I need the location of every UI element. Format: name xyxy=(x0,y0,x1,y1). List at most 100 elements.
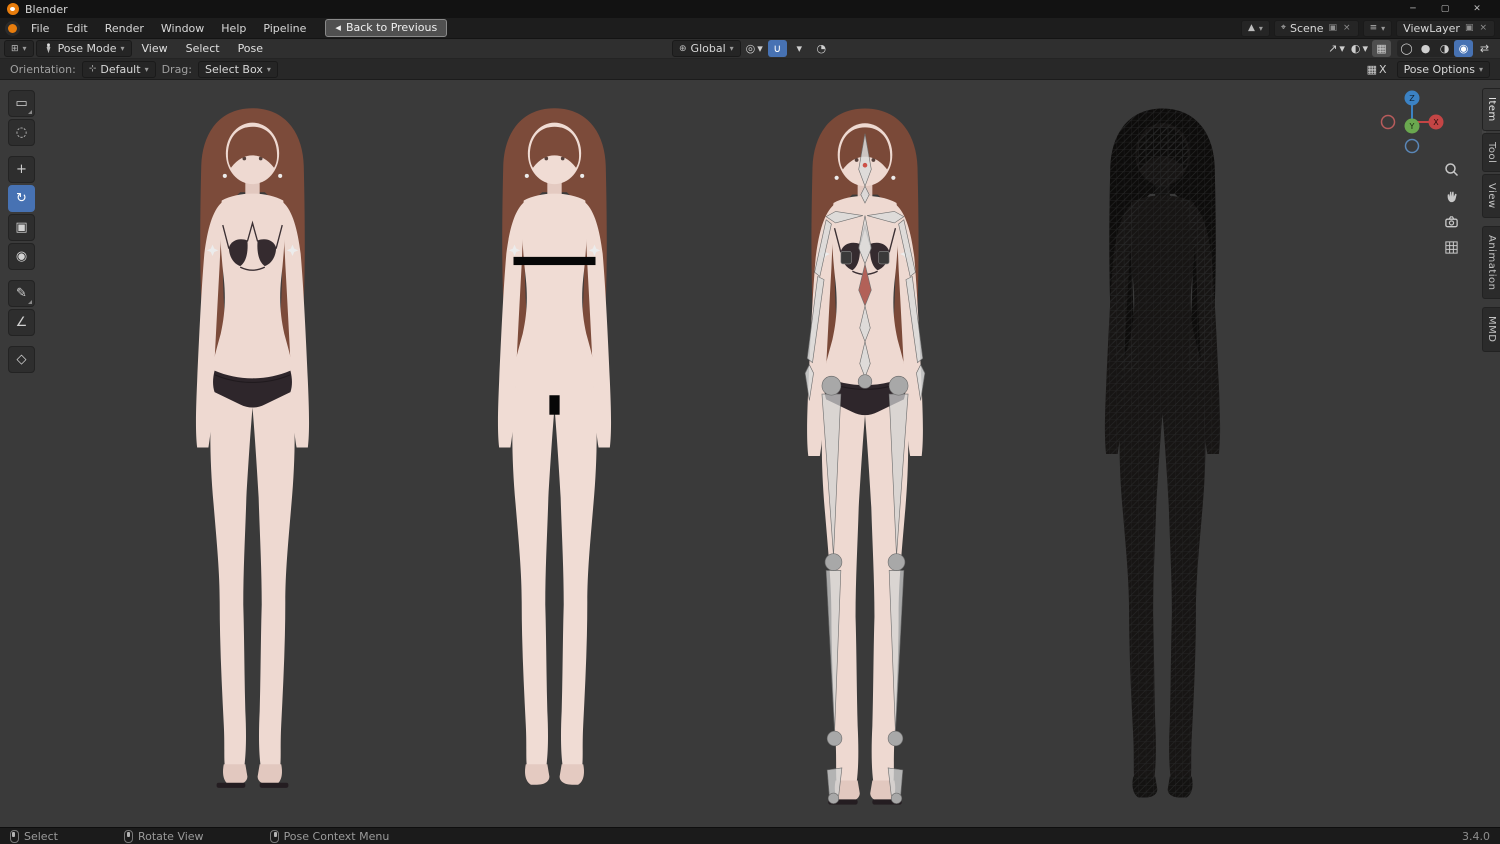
snap-toggle[interactable]: ∪ xyxy=(767,40,787,57)
shading-material-button[interactable]: ◑ xyxy=(1435,40,1454,57)
scene-browse-button[interactable]: ▲ ▾ xyxy=(1240,19,1270,37)
mirror-x-toggle[interactable]: ▦ X xyxy=(1365,61,1389,78)
menu-render[interactable]: Render xyxy=(97,20,152,37)
chevron-down-icon: ▾ xyxy=(144,64,149,74)
tool-pose-breakdowner-button[interactable]: ◇ xyxy=(8,346,35,373)
show-gizmo-dropdown[interactable]: ↗ ▾ xyxy=(1326,40,1347,57)
gizmo-axis-z-neg[interactable] xyxy=(1404,138,1420,154)
menu-window[interactable]: Window xyxy=(153,20,212,37)
drag-select-box-select[interactable]: Select Box ▾ xyxy=(198,60,278,78)
chevron-down-icon: ▾ xyxy=(1381,23,1386,33)
sidebar-tabs: Item Tool View Animation MMD xyxy=(1482,88,1500,352)
tool-scale-button[interactable]: ▣ xyxy=(8,214,35,241)
shading-rendered-button[interactable]: ◉ xyxy=(1454,40,1473,57)
svg-text:X: X xyxy=(1433,118,1439,127)
hint-select: Select xyxy=(10,829,58,843)
character-model-censored[interactable] xyxy=(452,98,657,795)
blender-window: Blender ─ ▢ ✕ File Edit Render Window He… xyxy=(0,0,1500,844)
chevron-down-icon: ▾ xyxy=(1478,64,1483,74)
viewlayer-browse-button[interactable]: ≡ ▾ xyxy=(1362,19,1393,37)
close-button[interactable]: ✕ xyxy=(1461,0,1493,18)
swap-arrows-icon: ⇄ xyxy=(1479,42,1490,55)
pose-options-panel-toggle[interactable]: Pose Options ▾ xyxy=(1396,60,1490,78)
viewport-nav-buttons xyxy=(1440,158,1462,258)
shading-solid-button[interactable]: ● xyxy=(1416,40,1435,57)
menu-bar: File Edit Render Window Help Pipeline ◂ … xyxy=(0,18,1500,39)
tool-cursor-button[interactable]: ◌ xyxy=(8,119,35,146)
camera-view-icon[interactable] xyxy=(1440,210,1462,232)
drag-label: Drag: xyxy=(161,62,192,76)
orientation-default-select[interactable]: ⊹ Default ▾ xyxy=(81,60,156,78)
menu-view[interactable]: View xyxy=(134,40,176,57)
tab-animation[interactable]: Animation xyxy=(1482,225,1500,300)
character-model-wireframe[interactable] xyxy=(1055,98,1270,808)
transform-orientation-select[interactable]: ⊕ Global ▾ xyxy=(672,40,741,57)
chevron-down-icon: ▾ xyxy=(22,44,27,53)
tool-measure-button[interactable]: ∠ xyxy=(8,309,35,336)
grid-icon: ▦ xyxy=(1366,62,1378,76)
svg-text:Z: Z xyxy=(1409,94,1415,103)
tab-mmd[interactable]: MMD xyxy=(1482,307,1500,352)
left-mouse-icon xyxy=(10,829,19,843)
shading-wireframe-button[interactable]: ◯ xyxy=(1397,40,1416,57)
snap-settings[interactable]: ▾ xyxy=(790,40,809,57)
tab-view[interactable]: View xyxy=(1482,174,1500,218)
back-to-previous-button[interactable]: ◂ Back to Previous xyxy=(325,19,448,37)
menu-pipeline[interactable]: Pipeline xyxy=(255,20,314,37)
editor-type-icon: ⊞ xyxy=(11,43,19,54)
tool-select-box-button[interactable]: ▭ xyxy=(8,90,35,117)
character-model-bikini[interactable] xyxy=(150,98,355,795)
character-model-armature[interactable] xyxy=(760,98,970,812)
show-overlays-dropdown[interactable]: ◐ ▾ xyxy=(1349,40,1370,57)
gizmo-arrow-icon: ↗ xyxy=(1328,42,1338,55)
pivot-point-select[interactable]: ◎ ▾ xyxy=(744,40,765,57)
tab-tool[interactable]: Tool xyxy=(1482,132,1500,173)
xray-toggle[interactable]: ▦ xyxy=(1372,40,1391,57)
proportional-edit-toggle[interactable]: ◔ xyxy=(812,40,831,57)
menu-file[interactable]: File xyxy=(23,20,57,37)
tool-move-button[interactable]: + xyxy=(8,156,35,183)
chevron-down-icon: ▾ xyxy=(120,44,125,53)
scene-selector[interactable]: ⌖ Scene ▣ × xyxy=(1273,19,1359,37)
chevron-down-icon: ▾ xyxy=(266,64,271,74)
maximize-button[interactable]: ▢ xyxy=(1429,0,1461,18)
shading-dropdown[interactable]: ⇄ xyxy=(1475,40,1494,57)
pan-hand-icon[interactable] xyxy=(1440,184,1462,206)
menu-select[interactable]: Select xyxy=(178,40,228,57)
gizmo-axis-x-neg[interactable] xyxy=(1380,114,1396,130)
window-title: Blender xyxy=(25,2,68,16)
zoom-icon[interactable] xyxy=(1440,158,1462,180)
globe-icon: ⊕ xyxy=(679,43,687,54)
hint-rotate-view: Rotate View xyxy=(123,829,204,843)
pose-mode-icon xyxy=(46,43,50,54)
mode-selector[interactable]: Pose Mode ▾ xyxy=(35,40,132,57)
minimize-button[interactable]: ─ xyxy=(1397,0,1429,18)
toggle-view-grid-icon[interactable] xyxy=(1440,236,1462,258)
tab-item[interactable]: Item xyxy=(1482,88,1500,131)
viewlayer-selector[interactable]: ViewLayer ▣ × xyxy=(1396,19,1495,37)
tool-annotate-button[interactable]: ✎ xyxy=(8,280,35,307)
status-bar: Select Rotate View Pose Context Menu 3.4… xyxy=(0,827,1500,844)
menu-help[interactable]: Help xyxy=(213,20,254,37)
svg-text:Y: Y xyxy=(1409,122,1415,131)
viewlayer-remove-icon[interactable]: × xyxy=(1478,23,1488,33)
overlays-icon: ◐ xyxy=(1350,42,1361,55)
scene-icon: ▲ xyxy=(1247,23,1255,33)
tool-transform-button[interactable]: ◉ xyxy=(8,243,35,270)
3d-viewport[interactable]: ▭ ◌ + ↻ ▣ ◉ ✎ ∠ ◇ Z X Y Item Tool View A… xyxy=(0,80,1500,827)
scene-name: Scene xyxy=(1289,21,1324,35)
editor-type-button[interactable]: ⊞ ▾ xyxy=(4,40,34,57)
orientation-label: Orientation: xyxy=(10,62,76,76)
navigation-gizmo[interactable]: Z X Y xyxy=(1376,86,1448,161)
tool-rotate-button[interactable]: ↻ xyxy=(8,185,35,212)
blender-app-menu-icon[interactable] xyxy=(5,20,20,36)
menu-pose[interactable]: Pose xyxy=(230,40,271,57)
scene-unlink-icon[interactable]: × xyxy=(1342,23,1352,33)
middle-mouse-icon xyxy=(123,829,133,843)
right-mouse-icon xyxy=(269,829,279,843)
scene-duplicate-icon[interactable]: ▣ xyxy=(1328,23,1339,33)
blender-version: 3.4.0 xyxy=(1462,829,1490,843)
viewlayer-duplicate-icon[interactable]: ▣ xyxy=(1464,23,1475,33)
menu-edit[interactable]: Edit xyxy=(58,20,95,37)
pin-icon: ⌖ xyxy=(1280,23,1286,33)
